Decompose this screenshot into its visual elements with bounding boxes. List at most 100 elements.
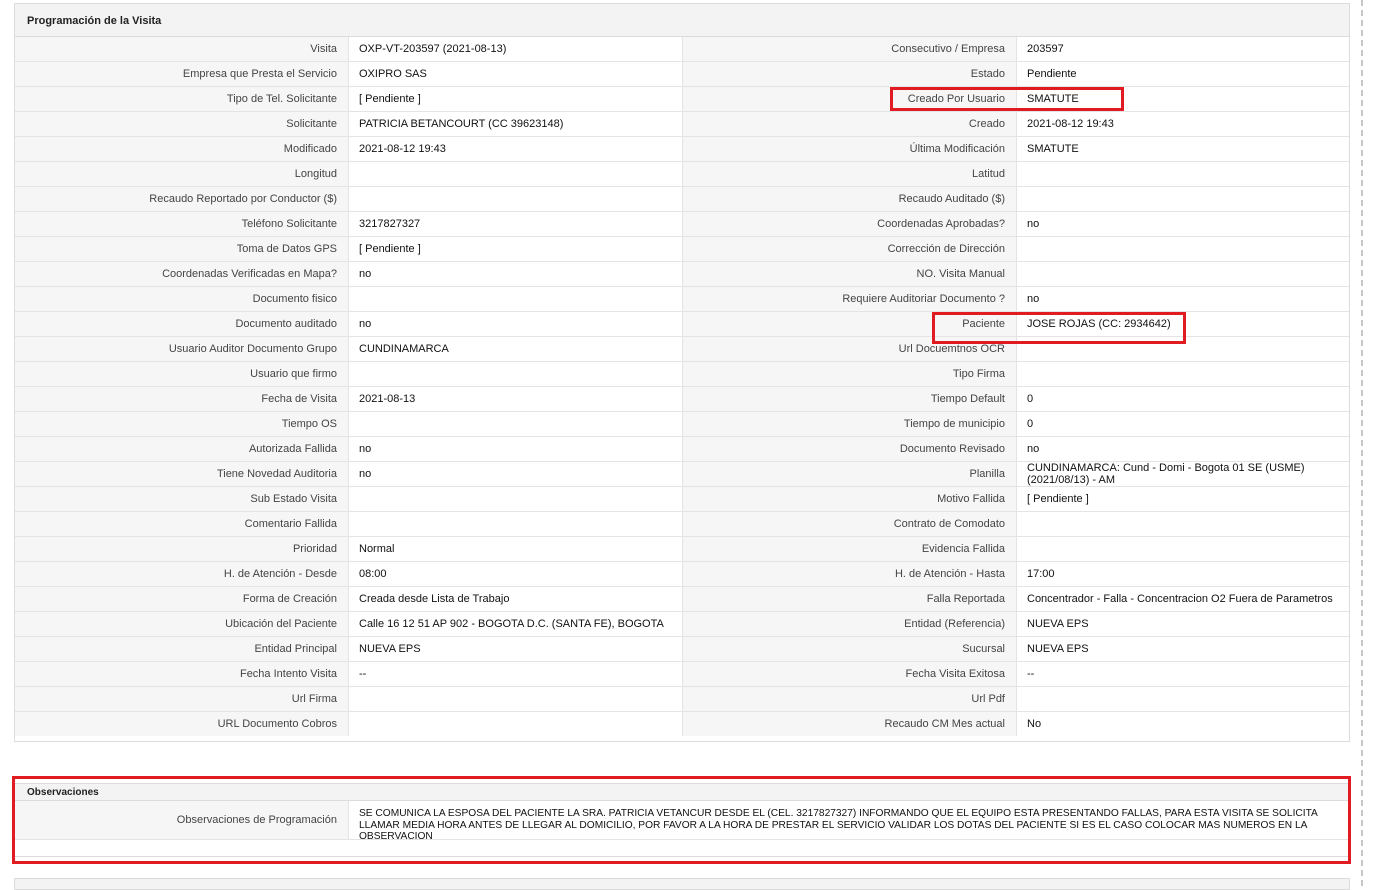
field-label: Creado — [683, 112, 1017, 136]
field-value: 3217827327 — [349, 212, 683, 236]
field-label: Documento auditado — [15, 312, 349, 336]
field-value: [ Pendiente ] — [349, 237, 683, 261]
field-label: Documento fisico — [15, 287, 349, 311]
field-label: Tipo Firma — [683, 362, 1017, 386]
field-label: Tiempo OS — [15, 412, 349, 436]
field-value: NUEVA EPS — [1017, 612, 1349, 636]
field-label: Url Pdf — [683, 687, 1017, 711]
field-value — [1017, 237, 1349, 261]
table-row: URL Documento Cobros Recaudo CM Mes actua… — [15, 712, 1349, 737]
field-label: Comentario Fallida — [15, 512, 349, 536]
next-panel — [14, 878, 1350, 890]
field-value: NUEVA EPS — [349, 637, 683, 661]
field-value — [349, 412, 683, 436]
table-row: Ubicación del Paciente Calle 16 12 51 AP … — [15, 612, 1349, 637]
field-value — [349, 187, 683, 211]
field-value: SMATUTE — [1017, 87, 1349, 111]
table-row: Usuario Auditor Documento Grupo CUNDINAMA… — [15, 337, 1349, 362]
field-value: no — [349, 262, 683, 286]
field-label: Evidencia Fallida — [683, 537, 1017, 561]
field-value — [349, 162, 683, 186]
field-label: Url Firma — [15, 687, 349, 711]
field-value: Pendiente — [1017, 62, 1349, 86]
field-value: 203597 — [1017, 37, 1349, 61]
field-label: Prioridad — [15, 537, 349, 561]
field-label: URL Documento Cobros — [15, 712, 349, 736]
table-row: Modificado 2021-08-12 19:43 Última Modific… — [15, 137, 1349, 162]
field-value: 0 — [1017, 412, 1349, 436]
field-label: Recaudo Reportado por Conductor ($) — [15, 187, 349, 211]
field-label: Fecha Visita Exitosa — [683, 662, 1017, 686]
field-value: SMATUTE — [1017, 137, 1349, 161]
field-value: 2021-08-13 — [349, 387, 683, 411]
field-label: Latitud — [683, 162, 1017, 186]
field-value: Normal — [349, 537, 683, 561]
observaciones-panel-title: Observaciones — [15, 784, 1349, 801]
field-value: CUNDINAMARCA: Cund - Domi - Bogota 01 SE… — [1017, 462, 1349, 486]
field-label: Última Modificación — [683, 137, 1017, 161]
field-value — [1017, 537, 1349, 561]
field-value: no — [1017, 212, 1349, 236]
table-row: Tiene Novedad Auditoria no Planilla CUNDIN… — [15, 462, 1349, 487]
table-row: Fecha Intento Visita -- Fecha Visita Exit… — [15, 662, 1349, 687]
table-row: Documento auditado no Paciente JOSE ROJAS … — [15, 312, 1349, 337]
observaciones-value: SE COMUNICA LA ESPOSA DEL PACIENTE LA SR… — [359, 808, 1318, 842]
field-value — [349, 512, 683, 536]
field-label: Contrato de Comodato — [683, 512, 1017, 536]
field-label: Modificado — [15, 137, 349, 161]
field-value: 2021-08-12 19:43 — [1017, 112, 1349, 136]
table-row: Fecha de Visita 2021-08-13 Tiempo Default… — [15, 387, 1349, 412]
field-label: Fecha de Visita — [15, 387, 349, 411]
table-row: Sub Estado Visita Motivo Fallida[ Pendien… — [15, 487, 1349, 512]
field-label: Corrección de Dirección — [683, 237, 1017, 261]
table-row: Prioridad Normal Evidencia Fallida — [15, 537, 1349, 562]
table-row: Usuario que firmo Tipo Firma — [15, 362, 1349, 387]
field-value: CUNDINAMARCA — [349, 337, 683, 361]
table-row: Comentario Fallida Contrato de Comodato — [15, 512, 1349, 537]
field-value: [ Pendiente ] — [349, 87, 683, 111]
field-value: Calle 16 12 51 AP 902 - BOGOTA D.C. (SAN… — [349, 612, 683, 636]
field-label: Consecutivo / Empresa — [683, 37, 1017, 61]
field-value: -- — [1017, 662, 1349, 686]
field-label: Requiere Auditoriar Documento ? — [683, 287, 1017, 311]
field-label: Tiene Novedad Auditoria — [15, 462, 349, 486]
field-value — [1017, 362, 1349, 386]
table-row: Teléfono Solicitante 3217827327 Coordenada… — [15, 212, 1349, 237]
field-value: Concentrador - Falla - Concentracion O2 … — [1017, 587, 1349, 611]
field-label: Estado — [683, 62, 1017, 86]
field-label: H. de Atención - Desde — [15, 562, 349, 586]
field-label: Fecha Intento Visita — [15, 662, 349, 686]
field-value — [1017, 337, 1349, 361]
field-value: no — [349, 462, 683, 486]
field-value: 17:00 — [1017, 562, 1349, 586]
table-row: Recaudo Reportado por Conductor ($) Recau… — [15, 187, 1349, 212]
table-row: Tipo de Tel. Solicitante[ Pendiente ] Cre… — [15, 87, 1349, 112]
field-value: 0 — [1017, 387, 1349, 411]
field-value — [1017, 187, 1349, 211]
observaciones-label: Observaciones de Programación — [15, 801, 349, 839]
field-value: NUEVA EPS — [1017, 637, 1349, 661]
table-row: Autorizada Fallida no Documento Revisado … — [15, 437, 1349, 462]
field-value — [349, 712, 683, 736]
field-label: Sucursal — [683, 637, 1017, 661]
field-label: Entidad Principal — [15, 637, 349, 661]
field-label: Coordenadas Aprobadas? — [683, 212, 1017, 236]
field-value — [1017, 262, 1349, 286]
field-label: Empresa que Presta el Servicio — [15, 62, 349, 86]
field-value — [349, 287, 683, 311]
table-row: Entidad Principal NUEVA EPS Sucursal NUEVA … — [15, 637, 1349, 662]
programacion-panel: Programación de la Visita Visita OXP-VT-2… — [14, 3, 1350, 742]
field-value: No — [1017, 712, 1349, 736]
field-value: OXIPRO SAS — [349, 62, 683, 86]
field-value — [349, 687, 683, 711]
table-row: Coordenadas Verificadas en Mapa? no NO. V… — [15, 262, 1349, 287]
table-row: Tiempo OS Tiempo de municipio 0 — [15, 412, 1349, 437]
table-row: Url Firma Url Pdf — [15, 687, 1349, 712]
field-value: no — [1017, 287, 1349, 311]
field-label: Teléfono Solicitante — [15, 212, 349, 236]
field-label: Recaudo Auditado ($) — [683, 187, 1017, 211]
field-label: Solicitante — [15, 112, 349, 136]
field-label: NO. Visita Manual — [683, 262, 1017, 286]
field-label: Falla Reportada — [683, 587, 1017, 611]
field-value — [1017, 687, 1349, 711]
